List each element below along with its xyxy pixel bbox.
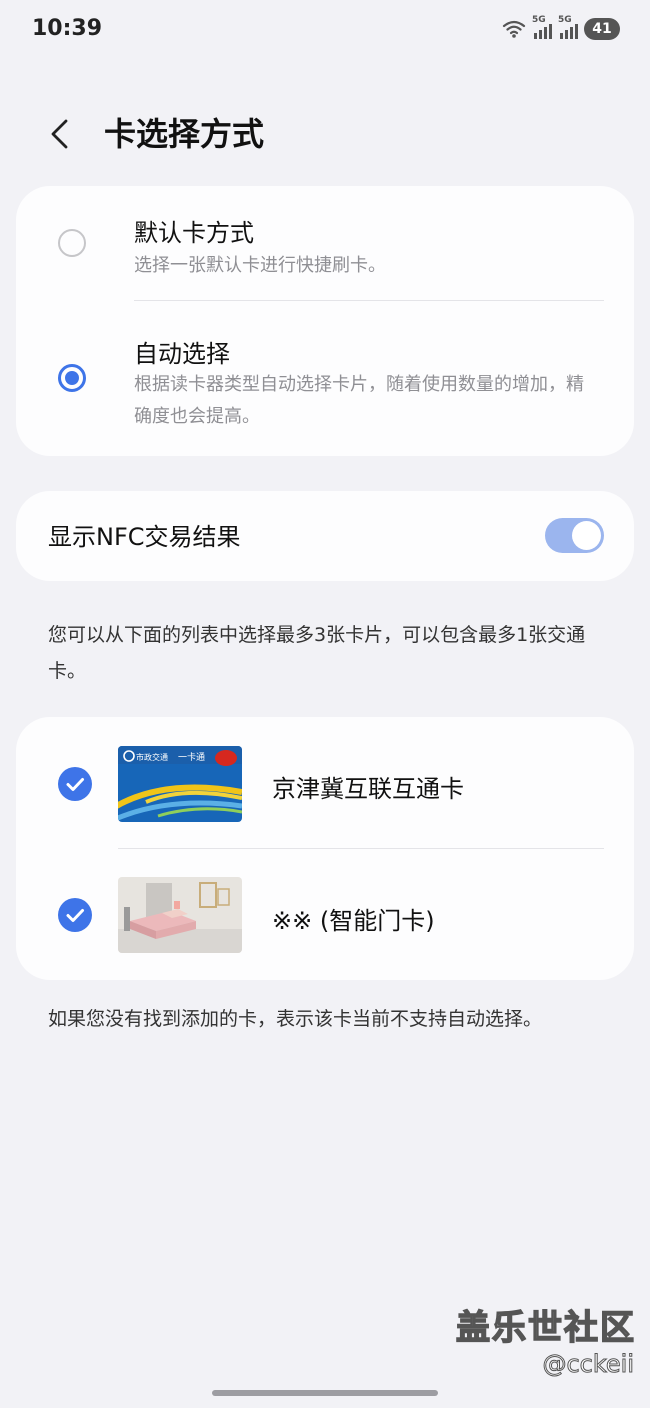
home-indicator[interactable] xyxy=(212,1390,438,1396)
transit-card-image: 市政交通 一卡通 xyxy=(118,746,242,822)
signal-label: 5G xyxy=(558,15,572,25)
card-checkbox[interactable] xyxy=(58,767,92,801)
nfc-result-card[interactable]: 显示NFC交易结果 xyxy=(16,491,634,581)
selection-mode-card: 默认卡方式 选择一张默认卡进行快捷刷卡。 自动选择 根据读卡器类型自动选择卡片，… xyxy=(16,186,634,456)
signal-icon: 5G xyxy=(558,15,578,39)
status-bar: 10:39 5G 5G 41 xyxy=(0,0,650,62)
header: 卡选择方式 xyxy=(0,106,650,162)
radio-default-card[interactable] xyxy=(58,229,86,257)
status-icons: 5G 5G 41 xyxy=(502,15,620,40)
back-button[interactable] xyxy=(38,112,82,156)
card-list: 市政交通 一卡通 京津冀互联互通卡 ※※ (智能门卡) xyxy=(16,717,634,980)
transit-card-brand-text: 一卡通 xyxy=(178,751,205,763)
check-icon xyxy=(66,778,84,791)
unsupported-card-info: 如果您没有找到添加的卡，表示该卡当前不支持自动选择。 xyxy=(48,1008,543,1030)
card-limit-info: 您可以从下面的列表中选择最多3张卡片，可以包含最多1张交通卡。 xyxy=(48,624,586,682)
transit-card-logo-text: 市政交通 xyxy=(136,752,168,762)
nfc-result-toggle[interactable] xyxy=(545,518,604,553)
card-checkbox[interactable] xyxy=(58,898,92,932)
toggle-knob xyxy=(572,521,601,550)
wifi-icon xyxy=(502,20,526,38)
signal-icon: 5G xyxy=(532,15,552,39)
battery-indicator: 41 xyxy=(584,18,620,40)
watermark-brand: 盖乐世社区 xyxy=(455,1307,636,1349)
signal-label: 5G xyxy=(532,15,546,25)
divider xyxy=(134,300,604,301)
status-time: 10:39 xyxy=(32,16,103,41)
nfc-result-label: 显示NFC交易结果 xyxy=(48,523,241,551)
option-description: 选择一张默认卡进行快捷刷卡。 xyxy=(134,255,386,276)
watermark-user: @cckeii xyxy=(542,1350,635,1379)
option-title[interactable]: 自动选择 xyxy=(134,334,230,369)
door-card-image xyxy=(118,877,242,953)
page-title: 卡选择方式 xyxy=(104,115,265,153)
divider xyxy=(118,848,604,849)
radio-auto-select[interactable] xyxy=(58,364,86,392)
card-name[interactable]: ※※ (智能门卡) xyxy=(272,901,435,936)
option-description: 根据读卡器类型自动选择卡片，随着使用数量的增加，精确度也会提高。 xyxy=(134,374,584,427)
option-title[interactable]: 默认卡方式 xyxy=(134,213,254,248)
chevron-left-icon xyxy=(51,119,68,149)
check-icon xyxy=(66,909,84,922)
card-name[interactable]: 京津冀互联互通卡 xyxy=(272,769,464,804)
